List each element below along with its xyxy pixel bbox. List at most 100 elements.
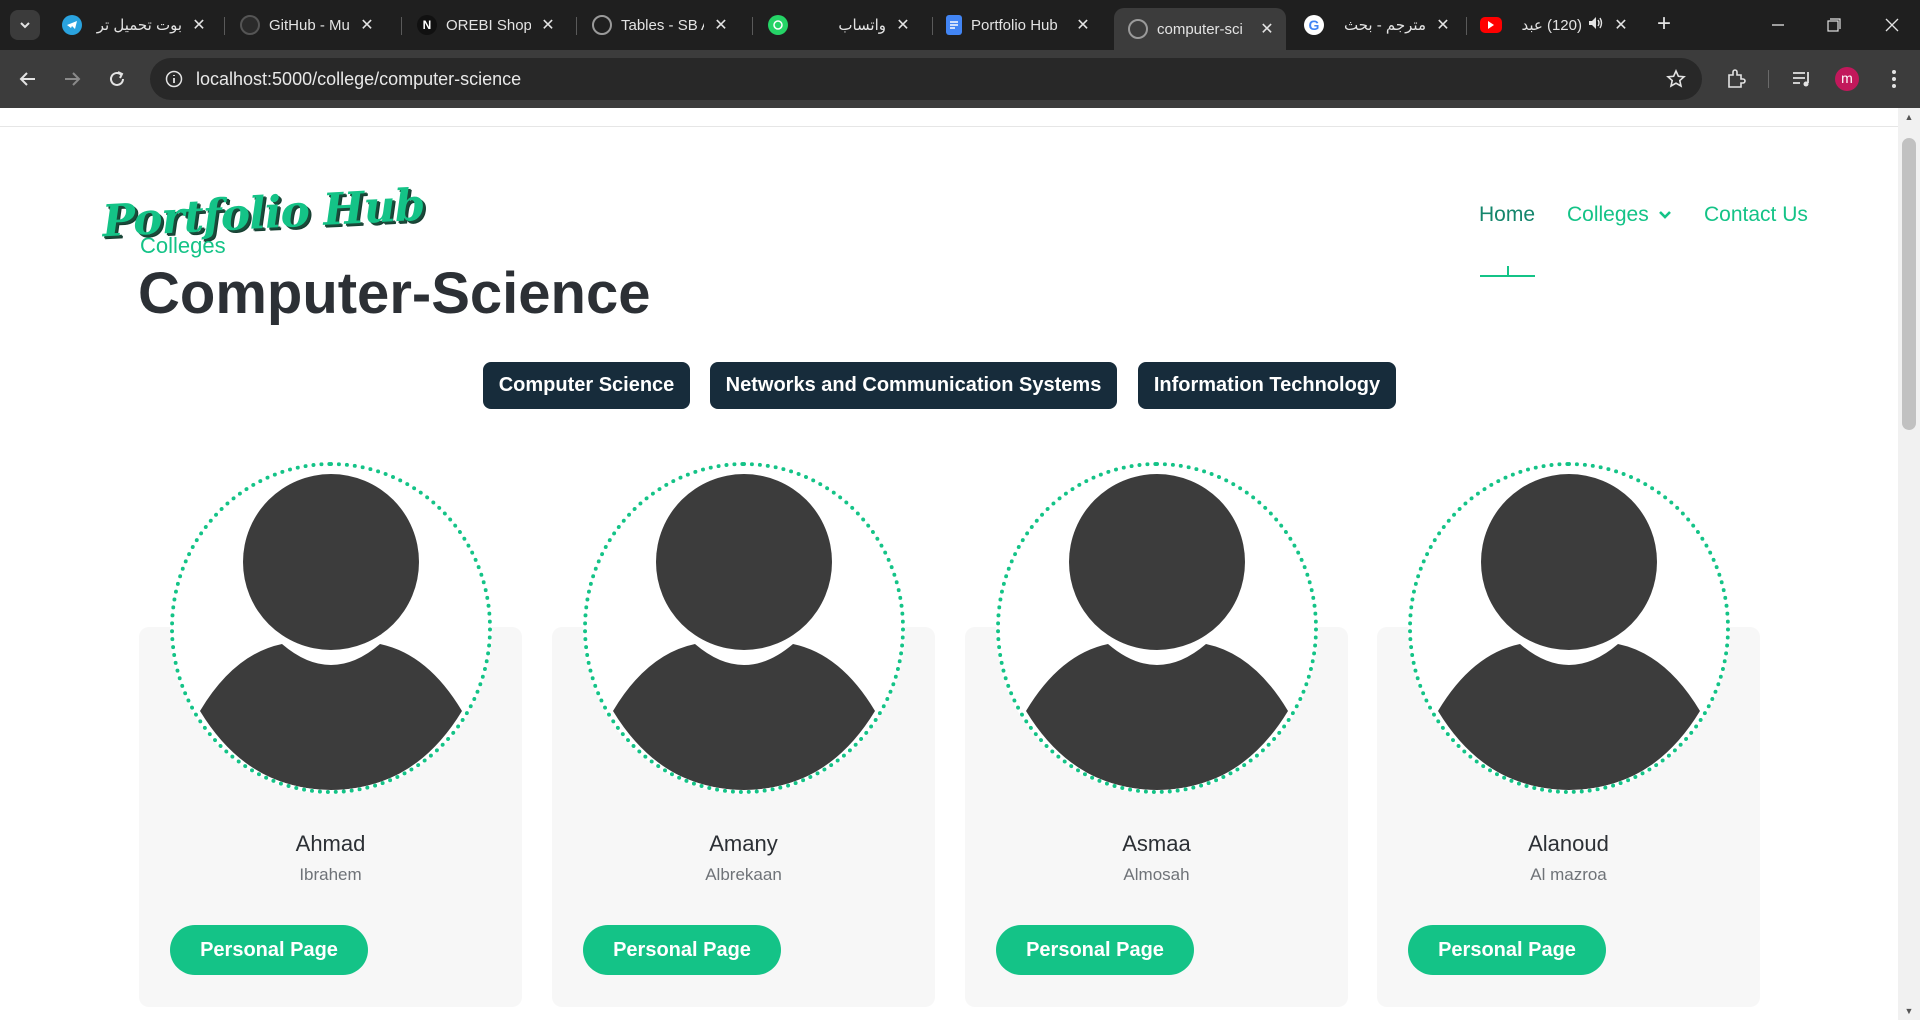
scroll-up-arrow-icon[interactable]: ▲ [1904, 112, 1914, 122]
personal-page-button[interactable]: Personal Page [1408, 925, 1606, 975]
close-icon[interactable]: ✕ [1432, 14, 1454, 36]
tab-title: بوت تحميل تر [96, 17, 182, 34]
tab-title: computer-sci [1157, 20, 1243, 38]
student-avatar [1408, 462, 1730, 794]
close-icon[interactable]: ✕ [188, 14, 210, 36]
back-button[interactable] [12, 63, 44, 95]
user-silhouette-icon [1026, 474, 1288, 790]
forward-button[interactable] [56, 63, 88, 95]
user-silhouette-icon [1438, 474, 1700, 790]
nav-active-underline [1480, 275, 1535, 277]
close-icon[interactable]: ✕ [892, 14, 914, 36]
arrow-right-icon [65, 72, 81, 86]
close-icon[interactable]: ✕ [710, 14, 732, 36]
page-viewport: ▲ ▼ Portfolio Hub Home Colleges Contact … [0, 108, 1920, 1020]
close-icon[interactable]: ✕ [1610, 14, 1632, 36]
scrollbar[interactable]: ▲ ▼ [1898, 108, 1920, 1020]
close-icon[interactable]: ✕ [356, 14, 378, 36]
browser-tab[interactable]: (120) عبد ✕ [1466, 8, 1640, 42]
tab-title: GitHub - Mul [269, 16, 350, 34]
tab-title: (120) عبد [1521, 17, 1582, 34]
student-last-name: Al mazroa [1530, 865, 1607, 884]
student-avatar [170, 462, 492, 794]
user-silhouette-icon [200, 474, 462, 790]
arrow-left-icon [19, 72, 35, 86]
student-avatar [583, 462, 905, 794]
whatsapp-icon [768, 15, 788, 35]
minimize-button[interactable] [1750, 0, 1806, 50]
docs-icon [946, 15, 962, 35]
telegram-icon [62, 15, 82, 35]
header-divider [0, 126, 1898, 127]
extensions-icon[interactable] [1722, 65, 1750, 93]
new-tab-button[interactable]: + [1650, 11, 1678, 39]
nav-home-link[interactable]: Home [1479, 203, 1535, 227]
browser-tab[interactable]: بوت تحميل تر ✕ [48, 8, 218, 42]
browser-tab[interactable]: Tables - SB A ✕ [578, 8, 740, 42]
close-icon[interactable]: ✕ [1072, 14, 1094, 36]
toolbar-divider [1768, 70, 1769, 88]
dept-button-networks[interactable]: Networks and Communication Systems [710, 362, 1117, 409]
student-avatar [996, 462, 1318, 794]
student-first-name: Ahmad [295, 831, 366, 856]
browser-tab[interactable]: G مترجم - بحث ✕ [1290, 8, 1462, 42]
browser-tab[interactable]: Portfolio Hub ✕ [932, 8, 1102, 42]
browser-tab[interactable]: واتساب ✕ [754, 8, 922, 42]
browser-tabstrip: بوت تحميل تر ✕ GitHub - Mul ✕ N OREBI Sh… [0, 0, 1920, 50]
scroll-down-arrow-icon[interactable]: ▼ [1904, 1006, 1914, 1016]
personal-page-button[interactable]: Personal Page [170, 925, 368, 975]
browser-tab[interactable]: N OREBI Shopp ✕ [403, 8, 567, 42]
student-last-name: Ibrahem [299, 865, 362, 884]
reload-icon [110, 71, 124, 86]
scrollbar-thumb[interactable] [1902, 138, 1916, 430]
close-icon [1885, 18, 1899, 32]
site-info-icon[interactable] [162, 67, 186, 91]
personal-page-button[interactable]: Personal Page [583, 925, 781, 975]
tab-title: Tables - SB A [621, 16, 704, 34]
browser-tab-active[interactable]: computer-sci ✕ [1114, 8, 1286, 50]
chevron-down-icon [1658, 211, 1671, 219]
browser-toolbar: localhost:5000/college/computer-science [0, 50, 1920, 108]
tab-title: واتساب [838, 17, 886, 34]
student-first-name: Alanoud [1528, 831, 1609, 856]
youtube-icon [1480, 17, 1502, 33]
profile-avatar[interactable]: m [1835, 67, 1859, 91]
minimize-icon [1772, 24, 1784, 26]
restore-icon [1827, 18, 1841, 32]
tab-divider [401, 17, 402, 35]
tab-title: Portfolio Hub [971, 16, 1058, 34]
personal-page-button[interactable]: Personal Page [996, 925, 1194, 975]
student-last-name: Albrekaan [705, 865, 782, 884]
nav-colleges-dropdown[interactable]: Colleges [1567, 203, 1672, 227]
browser-tab[interactable]: GitHub - Mul ✕ [226, 8, 386, 42]
nav-contact-link[interactable]: Contact Us [1704, 203, 1808, 227]
dept-button-information-technology[interactable]: Information Technology [1138, 362, 1396, 409]
dept-button-computer-science[interactable]: Computer Science [483, 362, 690, 409]
reload-button[interactable] [101, 63, 133, 95]
address-bar[interactable]: localhost:5000/college/computer-science [150, 58, 1702, 100]
tab-divider [752, 17, 753, 35]
bookmark-star-icon[interactable] [1664, 67, 1688, 91]
globe-icon [1128, 19, 1148, 39]
student-first-name: Asmaa [1122, 831, 1191, 856]
restore-button[interactable] [1806, 0, 1862, 50]
close-icon[interactable]: ✕ [537, 14, 559, 36]
student-last-name: Almosah [1123, 865, 1190, 884]
close-icon[interactable]: ✕ [1256, 18, 1278, 40]
tab-search-button[interactable] [10, 10, 40, 40]
window-close-button[interactable] [1864, 0, 1920, 50]
user-silhouette-icon [613, 474, 875, 790]
section-eyebrow: Colleges [140, 233, 226, 258]
nav-colleges-label: Colleges [1567, 203, 1649, 226]
media-controls-icon[interactable] [1788, 65, 1816, 93]
chevron-down-icon [20, 22, 30, 29]
globe-icon [592, 15, 612, 35]
tab-title: OREBI Shopp [446, 16, 531, 34]
speaker-icon[interactable] [1588, 16, 1604, 34]
google-icon: G [1304, 15, 1324, 35]
notion-icon: N [417, 15, 437, 35]
url-text: localhost:5000/college/computer-science [196, 69, 522, 89]
tab-title: مترجم - بحث [1343, 17, 1426, 34]
kebab-menu-icon[interactable] [1880, 65, 1908, 93]
site-logo[interactable]: Portfolio Hub [101, 180, 426, 248]
